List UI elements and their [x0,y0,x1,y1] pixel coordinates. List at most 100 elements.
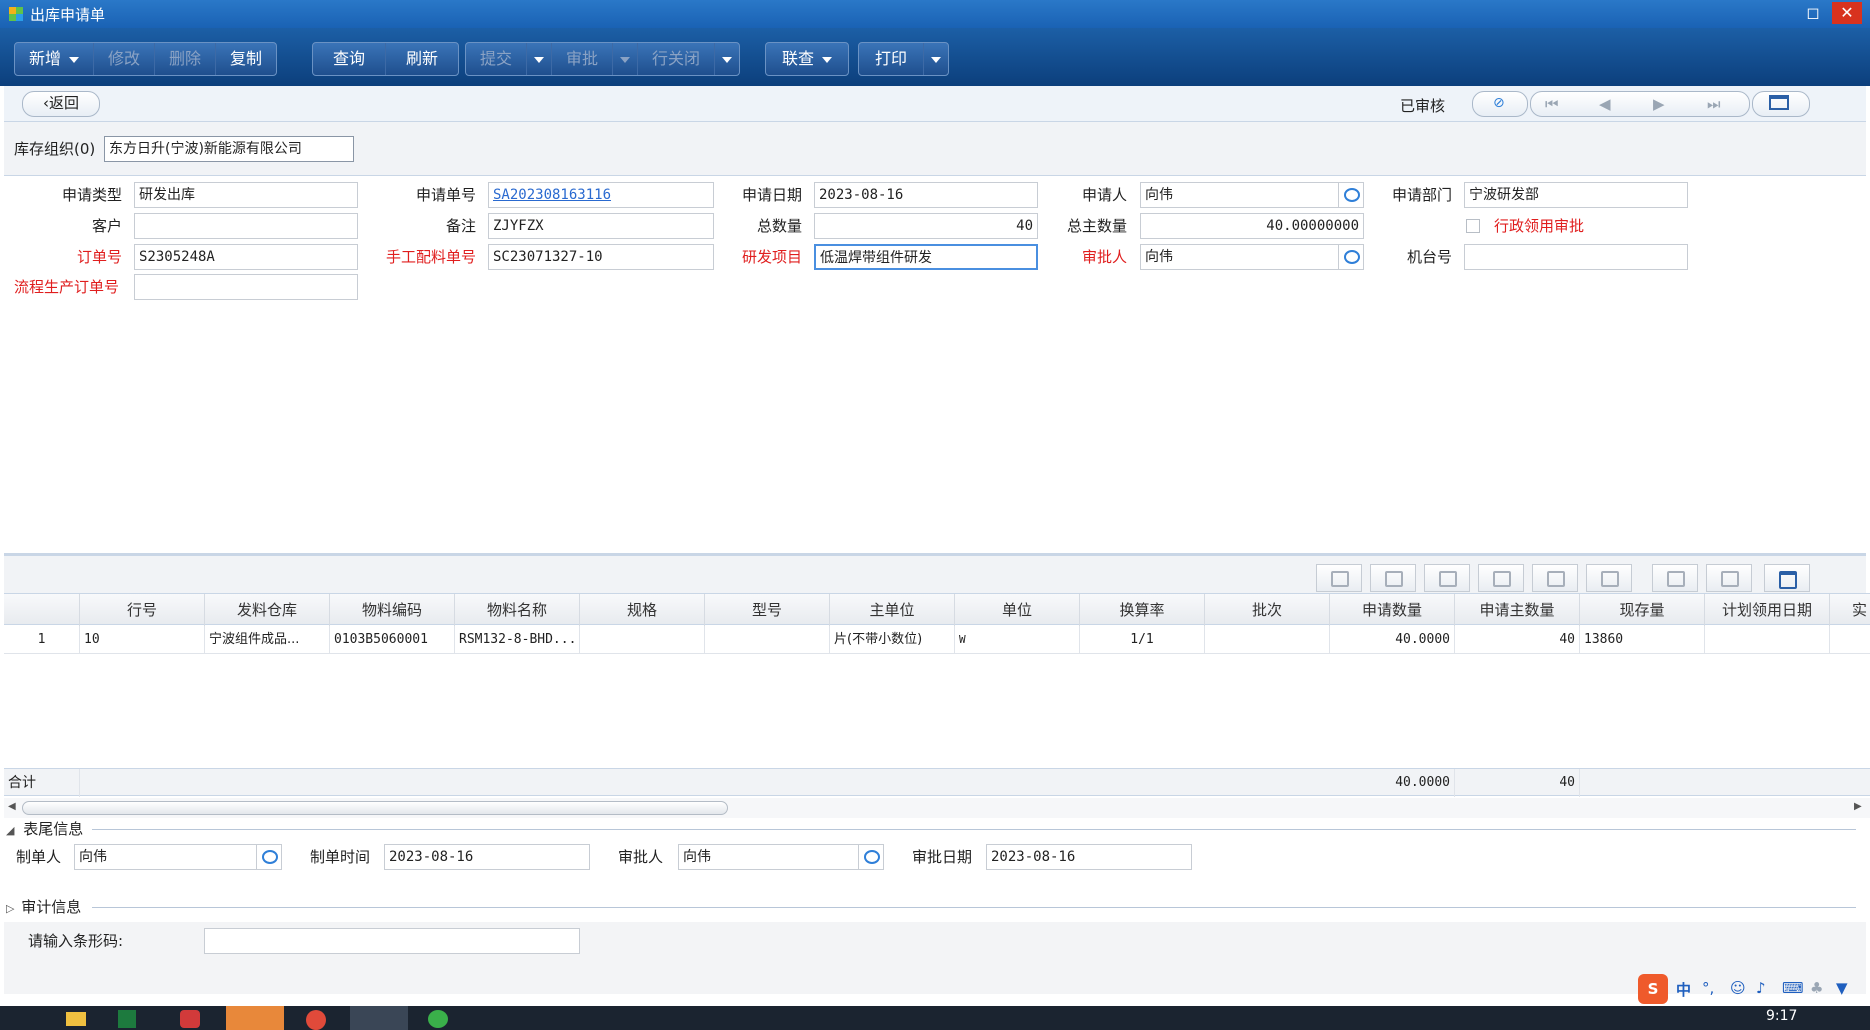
header-cell[interactable]: 实 [1830,594,1870,626]
table-row[interactable]: 1 10 宁波组件成品... 0103B5060001 RSM132-8-BHD… [4,626,1870,654]
ime-skin-icon[interactable]: ▼ [1836,979,1848,997]
header-cell[interactable]: 物料名称 [455,594,580,626]
manual-no-field[interactable]: SC23071327-10 [488,244,714,270]
excel-icon[interactable] [118,1010,136,1028]
row-close-button[interactable]: 行关闭 [638,43,716,75]
apply-no-link[interactable]: SA202308163116 [488,182,714,208]
apply-type-field[interactable]: 研发出库 [134,182,358,208]
total-main-qty-field[interactable]: 40.00000000 [1140,213,1364,239]
row-cell[interactable]: 40 [1455,626,1580,654]
back-button[interactable]: ‹返回 [22,91,100,117]
ime-lang-icon[interactable]: 中 [1676,979,1691,1000]
delete-button[interactable]: 删除 [155,43,217,75]
header-cell[interactable]: 发料仓库 [205,594,330,626]
row-cell[interactable]: 1/1 [1080,626,1205,654]
add-row-icon[interactable] [1316,564,1362,592]
approve-dropdown[interactable] [613,43,639,75]
ime-emoji-icon[interactable]: ☺ [1730,979,1746,997]
header-cell[interactable]: 计划领用日期 [1705,594,1830,626]
chrome-icon[interactable] [306,1010,326,1030]
barcode-input[interactable] [204,928,580,954]
row-close-dropdown[interactable] [715,43,739,75]
applicant-field[interactable]: 向伟 [1140,182,1364,208]
rd-project-field[interactable]: 低温焊带组件研发 [814,244,1038,270]
row-cell[interactable]: RSM132-8-BHD... [455,626,580,654]
link-query-button[interactable]: 联查 [766,43,848,75]
restore-button[interactable]: ◻ [1798,2,1828,24]
copy-button[interactable]: 复制 [216,43,276,75]
footer-approver-ref-icon[interactable] [858,845,883,869]
ime-voice-icon[interactable]: ♪ [1756,979,1766,997]
ime-punct-icon[interactable]: °, [1702,979,1714,997]
make-time-field[interactable]: 2023-08-16 [384,844,590,870]
ime-user-icon[interactable]: ♣ [1810,979,1823,997]
print-button[interactable]: 打印 [859,43,925,75]
delete-row-icon[interactable] [1424,564,1470,592]
row-cell[interactable]: 0103B5060001 [330,626,455,654]
refresh-button[interactable]: 刷新 [386,43,458,75]
row-cell[interactable] [705,626,830,654]
add-button[interactable]: 新增 [15,43,95,75]
row-cell[interactable]: 10 [80,626,205,654]
ime-keyboard-icon[interactable]: ⌨ [1782,979,1804,997]
approver-field[interactable]: 向伟 [1140,244,1364,270]
approve-date-field[interactable]: 2023-08-16 [986,844,1192,870]
row-cell[interactable]: 片(不带小数位) [830,626,955,654]
copy-row-icon[interactable] [1478,564,1524,592]
apply-date-field[interactable]: 2023-08-16 [814,182,1038,208]
card-toggle-icon[interactable] [1764,564,1810,592]
header-cell[interactable]: 物料编码 [330,594,455,626]
header-cell[interactable]: 主单位 [830,594,955,626]
active-app-icon[interactable] [226,1006,284,1030]
paste-end-icon[interactable] [1586,564,1632,592]
renumber-icon[interactable] [1652,564,1698,592]
query-button[interactable]: 查询 [313,43,387,75]
header-cell[interactable]: 行号 [80,594,205,626]
card-view-button[interactable] [1752,91,1810,117]
submit-dropdown[interactable] [527,43,553,75]
row-cell[interactable]: 40.0000 [1330,626,1455,654]
file-explorer-icon[interactable] [66,1012,86,1026]
app-icon[interactable] [350,1006,408,1030]
row-cell[interactable]: W [955,626,1080,654]
attachment-button[interactable]: ⊘ [1472,91,1528,117]
mail-icon[interactable] [180,1010,200,1028]
prev-record-icon[interactable]: ◀ [1599,95,1611,113]
maker-ref-icon[interactable] [256,845,281,869]
machine-no-field[interactable] [1464,244,1688,270]
row-cell[interactable] [580,626,705,654]
row-cell[interactable]: 宁波组件成品... [205,626,330,654]
next-record-icon[interactable]: ▶ [1653,95,1665,113]
scroll-right-icon[interactable]: ▶ [1854,801,1862,812]
row-cell[interactable] [1705,626,1830,654]
header-cell[interactable]: 申请主数量 [1455,594,1580,626]
submit-button[interactable]: 提交 [466,43,528,75]
header-cell[interactable]: 换算率 [1080,594,1205,626]
last-record-icon[interactable]: ⏭ [1707,95,1721,113]
close-button[interactable]: ✕ [1832,2,1862,24]
scroll-thumb[interactable] [22,801,728,815]
paste-row-icon[interactable] [1532,564,1578,592]
audit-section-header[interactable]: ▷ 审计信息 [6,896,1862,918]
modify-button[interactable]: 修改 [94,43,156,75]
scroll-left-icon[interactable]: ◀ [8,801,16,812]
ime-logo-icon[interactable]: S [1638,974,1668,1004]
header-cell[interactable]: 规格 [580,594,705,626]
customer-field[interactable] [134,213,358,239]
header-cell[interactable]: 批次 [1205,594,1330,626]
header-cell[interactable]: 申请数量 [1330,594,1455,626]
approver-ref-icon[interactable] [1338,245,1363,269]
grid-layout-icon[interactable] [1706,564,1752,592]
header-cell[interactable]: 型号 [705,594,830,626]
horizontal-scrollbar[interactable]: ◀ ▶ [4,798,1870,818]
wechat-icon[interactable] [428,1010,448,1028]
applicant-ref-icon[interactable] [1338,183,1363,207]
order-no-field[interactable]: S2305248A [134,244,358,270]
approve-button[interactable]: 审批 [552,43,614,75]
first-record-icon[interactable]: ⏮ [1545,95,1559,113]
print-dropdown[interactable] [924,43,948,75]
row-cell[interactable] [1205,626,1330,654]
apply-dept-field[interactable]: 宁波研发部 [1464,182,1688,208]
row-cell[interactable]: 13860 [1580,626,1705,654]
maker-field[interactable]: 向伟 [74,844,282,870]
